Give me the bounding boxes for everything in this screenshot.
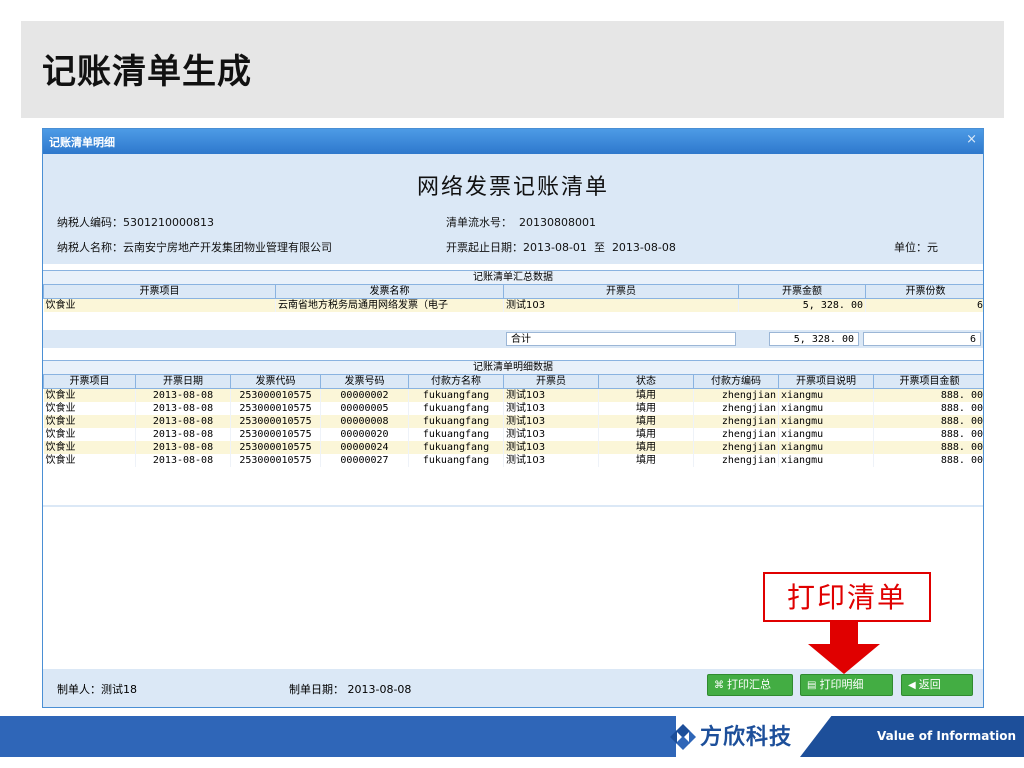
slide-title: 记账清单生成 — [42, 52, 252, 92]
document-icon: ▤ — [807, 680, 817, 691]
detail-table: 开票项目 开票日期 发票代码 发票号码 付款方名称 开票员 状态 付款方编码 开… — [43, 374, 983, 467]
detail-section-title: 记账清单明细数据 — [43, 360, 983, 375]
detail-header-row: 开票项目 开票日期 发票代码 发票号码 付款方名称 开票员 状态 付款方编码 开… — [43, 374, 983, 389]
table-row[interactable]: 饮食业 2013-08-08 253000010575 00000024 fukuang… — [43, 441, 983, 454]
summary-table: 开票项目 发票名称 开票员 开票金额 开票份数 饮食业 云南省地方税务局通用网络… — [43, 284, 983, 312]
company-name: 方欣科技 — [700, 725, 793, 750]
total-label: 合计 — [506, 332, 736, 346]
column-header[interactable]: 付款方编码 — [693, 374, 779, 389]
column-header[interactable]: 发票代码 — [230, 374, 321, 389]
column-header[interactable]: 开票项目 — [43, 374, 136, 389]
taxpayer-id: 纳税人编码：5301210000813 — [57, 216, 214, 229]
total-amount: 5, 328. 00 — [769, 332, 859, 346]
summary-section-title: 记账清单汇总数据 — [43, 270, 983, 285]
taxpayer-name: 纳税人名称：云南安宁房地产开发集团物业管理有限公司 — [57, 241, 332, 254]
column-header[interactable]: 开票金额 — [738, 284, 866, 299]
invoice-period: 开票起止日期：2013-08-01 至 2013-08-08 — [446, 241, 676, 254]
print-summary-button[interactable]: ⌘ 打印汇总 — [707, 674, 793, 696]
currency-unit: 单位：元 — [894, 241, 938, 254]
table-row[interactable]: 饮食业 2013-08-08 253000010575 00000027 fukuang… — [43, 454, 983, 467]
column-header[interactable]: 开票份数 — [865, 284, 983, 299]
window-titlebar[interactable] — [43, 129, 983, 154]
close-icon[interactable]: × — [966, 132, 977, 147]
column-header[interactable]: 开票项目金额 — [873, 374, 983, 389]
print-detail-button[interactable]: ▤ 打印明细 — [800, 674, 893, 696]
make-date: 制单日期： 2013-08-08 — [289, 683, 412, 696]
table-row[interactable]: 饮食业 2013-08-08 253000010575 00000020 fukuang… — [43, 428, 983, 441]
down-arrow-icon — [808, 622, 880, 674]
column-header[interactable]: 开票员 — [503, 284, 739, 299]
document-title: 网络发票记账清单 — [416, 175, 609, 200]
total-count: 6 — [863, 332, 981, 346]
column-header[interactable]: 开票项目说明 — [778, 374, 874, 389]
column-header[interactable]: 状态 — [598, 374, 694, 389]
summary-header-row: 开票项目 发票名称 开票员 开票金额 开票份数 — [43, 284, 983, 299]
column-header[interactable]: 开票项目 — [43, 284, 276, 299]
serial-number: 清单流水号： 20130808001 — [446, 216, 596, 229]
window-title: 记账清单明细 — [49, 136, 115, 149]
table-row[interactable]: 饮食业 2013-08-08 253000010575 00000002 fukuang… — [43, 388, 983, 402]
back-button[interactable]: ◀ 返回 — [901, 674, 973, 696]
print-summary-icon: ⌘ — [714, 680, 724, 691]
column-header[interactable]: 发票名称 — [275, 284, 504, 299]
maker: 制单人：测试18 — [57, 683, 137, 696]
table-row[interactable]: 饮食业 2013-08-08 253000010575 00000005 fukuang… — [43, 402, 983, 415]
tagline: Value of Information — [800, 716, 1024, 757]
column-header[interactable]: 发票号码 — [320, 374, 409, 389]
back-arrow-icon: ◀ — [908, 680, 916, 691]
table-bottom-divider — [43, 505, 983, 507]
print-list-callout: 打印清单 — [763, 572, 931, 622]
column-header[interactable]: 开票日期 — [135, 374, 231, 389]
company-logo-icon — [670, 724, 696, 750]
column-header[interactable]: 开票员 — [503, 374, 599, 389]
column-header[interactable]: 付款方名称 — [408, 374, 504, 389]
table-row[interactable]: 饮食业 云南省地方税务局通用网络发票（电子 测试103 5, 328. 00 6 — [43, 298, 983, 312]
table-row[interactable]: 饮食业 2013-08-08 253000010575 00000008 fukuang… — [43, 415, 983, 428]
